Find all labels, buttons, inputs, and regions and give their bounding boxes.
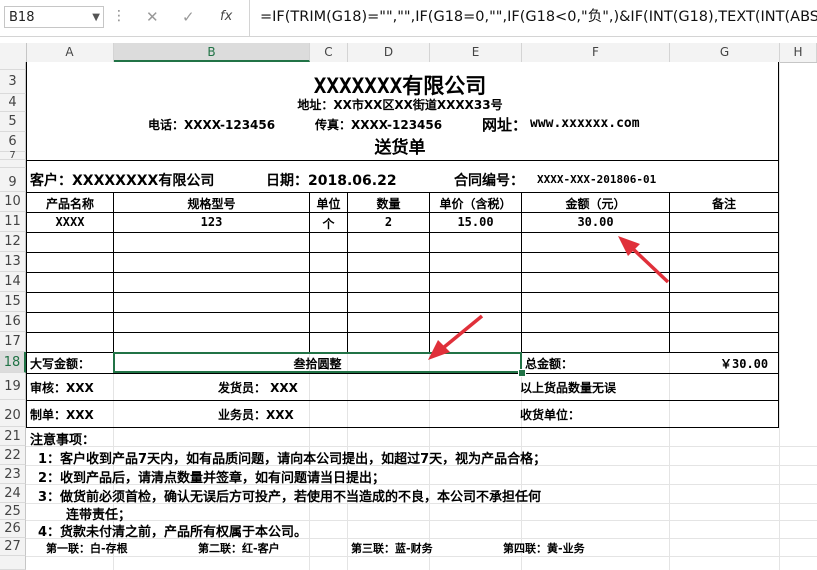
arrow-to-caps-amount [428, 314, 484, 360]
arrow-to-amount [618, 236, 670, 284]
annotation-arrows [428, 236, 670, 360]
